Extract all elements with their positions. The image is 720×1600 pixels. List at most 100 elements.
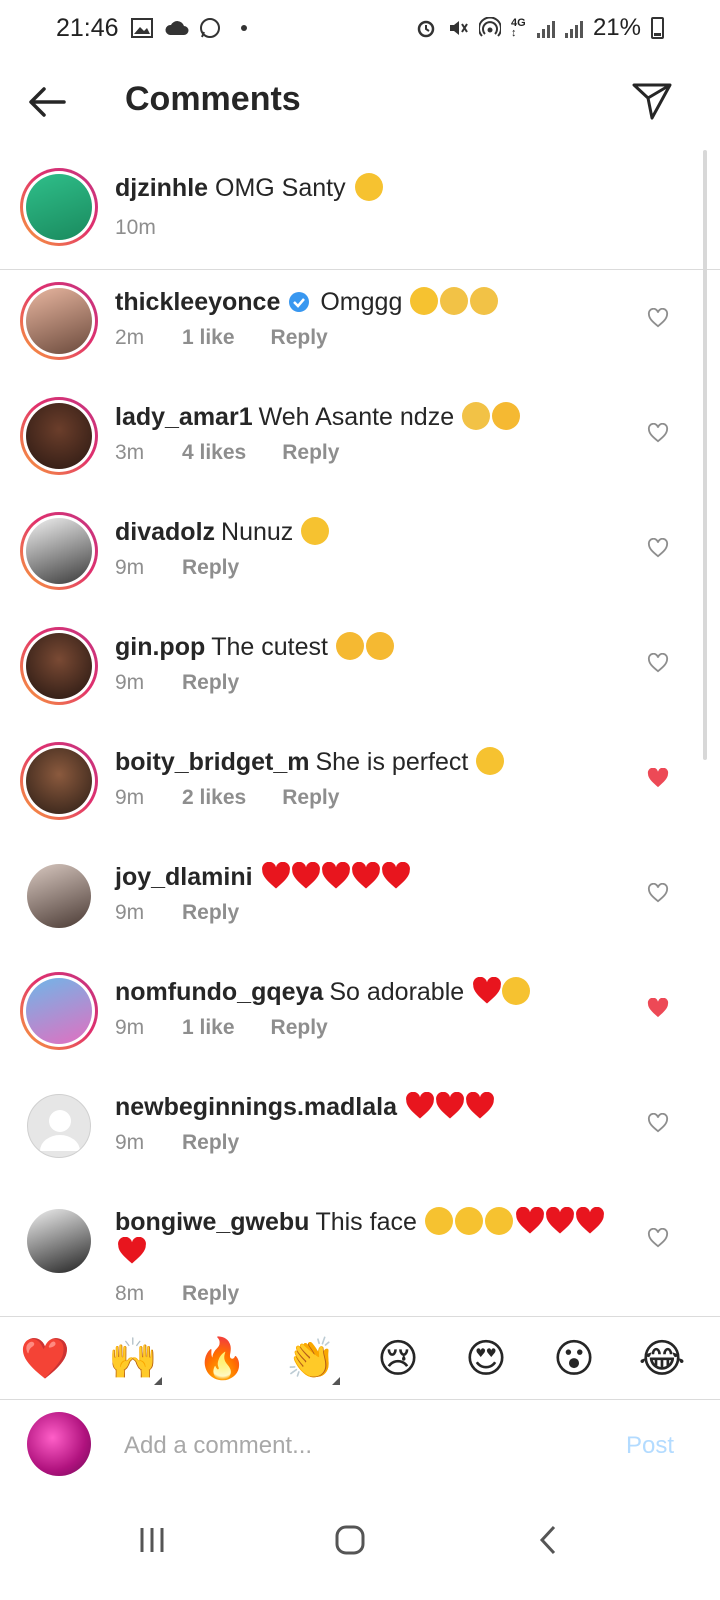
like-button[interactable] xyxy=(647,1227,671,1252)
heart-emoji-icon xyxy=(472,976,502,1005)
comment-meta: 3m 4 likes Reply xyxy=(115,441,339,465)
timestamp: 9m xyxy=(115,1131,145,1154)
smiling-hearts-emoji-icon xyxy=(365,632,394,660)
avatar[interactable] xyxy=(27,1209,91,1273)
reaction-fire[interactable]: 🔥 xyxy=(197,1335,247,1383)
username[interactable]: newbeginnings.madlala xyxy=(115,1093,397,1121)
reaction-clap[interactable]: 👏 xyxy=(286,1335,340,1385)
heart-emoji-icon xyxy=(435,1091,464,1120)
like-button[interactable] xyxy=(647,307,671,330)
reply-button[interactable]: Reply xyxy=(182,1131,239,1155)
skin-tone-indicator-icon xyxy=(332,1377,340,1385)
heart-outline-icon xyxy=(647,1227,669,1252)
like-button[interactable] xyxy=(647,652,671,675)
comment-meta: 9m Reply xyxy=(115,901,239,925)
reply-button[interactable]: Reply xyxy=(182,556,239,580)
timestamp: 9m xyxy=(115,1016,145,1039)
avatar[interactable] xyxy=(20,282,98,360)
reaction-crying[interactable]: 😢 xyxy=(374,1335,422,1383)
heart-outline-icon xyxy=(647,1112,669,1137)
back-button[interactable] xyxy=(26,80,70,124)
recent-apps-button[interactable] xyxy=(130,1518,174,1562)
comment-body: She is perfect xyxy=(315,748,469,776)
like-button[interactable] xyxy=(647,422,671,447)
reaction-heart-eyes[interactable]: 😍 xyxy=(462,1335,510,1383)
comment-input[interactable] xyxy=(124,1426,594,1466)
comment-text: boity_bridget_m She is perfect xyxy=(115,746,505,778)
nav-back-button[interactable] xyxy=(526,1518,570,1562)
avatar[interactable] xyxy=(20,397,98,475)
avatar[interactable] xyxy=(27,1094,91,1158)
chevron-left-icon xyxy=(539,1525,556,1555)
comment-row: thickleeyonce Omggg 2m 1 like Reply xyxy=(0,270,720,385)
username[interactable]: thickleeyonce xyxy=(115,288,280,316)
reply-button[interactable]: Reply xyxy=(182,901,239,925)
username[interactable]: boity_bridget_m xyxy=(115,748,309,776)
avatar[interactable] xyxy=(20,168,98,246)
reaction-raised-hands[interactable]: 🙌 xyxy=(108,1335,162,1385)
heart-emoji-icon xyxy=(261,861,290,890)
comment-text: nomfundo_gqeya So adorable xyxy=(115,976,531,1008)
home-icon xyxy=(335,1525,365,1555)
smiling-hearts-emoji-icon xyxy=(335,632,364,660)
scrollbar[interactable] xyxy=(703,150,707,760)
reply-button[interactable]: Reply xyxy=(271,1016,328,1040)
reply-button[interactable]: Reply xyxy=(182,1282,239,1306)
reply-button[interactable]: Reply xyxy=(271,326,328,350)
comment-composer: Post xyxy=(0,1400,720,1490)
comment-body: Nunuz xyxy=(221,518,294,546)
reply-button[interactable]: Reply xyxy=(282,786,339,810)
username[interactable]: nomfundo_gqeya xyxy=(115,978,323,1006)
alarm-icon xyxy=(415,17,437,39)
username[interactable]: djzinhle xyxy=(115,174,208,202)
likes-count[interactable]: 1 like xyxy=(182,326,235,350)
like-button[interactable] xyxy=(647,767,671,790)
avatar[interactable] xyxy=(27,864,91,928)
home-button[interactable] xyxy=(328,1518,372,1562)
reply-button[interactable]: Reply xyxy=(282,441,339,465)
heart-emoji-icon xyxy=(405,1091,434,1120)
heart-emoji-icon xyxy=(515,1206,544,1235)
timestamp: 10m xyxy=(115,216,156,239)
avatar[interactable] xyxy=(20,742,98,820)
username[interactable]: bongiwe_gwebu xyxy=(115,1208,309,1236)
like-button[interactable] xyxy=(647,1112,671,1137)
like-button[interactable] xyxy=(647,882,671,905)
heart-outline-icon xyxy=(647,422,669,447)
likes-count[interactable]: 1 like xyxy=(182,1016,235,1040)
likes-count[interactable]: 2 likes xyxy=(182,786,246,810)
reaction-heart[interactable]: ❤️ xyxy=(20,1335,70,1383)
mute-icon xyxy=(447,17,469,39)
clap-emoji-icon: 👏 xyxy=(286,1337,336,1381)
reaction-laughing[interactable]: 😂 xyxy=(638,1335,686,1383)
timestamp: 3m xyxy=(115,441,145,464)
likes-count[interactable]: 4 likes xyxy=(182,441,246,465)
post-button[interactable]: Post xyxy=(626,1432,674,1460)
avatar[interactable] xyxy=(20,627,98,705)
smiling-hearts-emoji-icon xyxy=(492,402,521,430)
heart-eyes-emoji-icon xyxy=(454,1207,483,1235)
avatar[interactable] xyxy=(20,972,98,1050)
avatar[interactable] xyxy=(20,512,98,590)
post-caption: djzinhle OMG Santy 10m xyxy=(0,150,720,270)
network-4g-icon: 4G ↕ xyxy=(510,17,526,39)
username[interactable]: divadolz xyxy=(115,518,215,546)
reaction-surprised[interactable]: 😮 xyxy=(550,1335,598,1383)
like-button[interactable] xyxy=(647,997,671,1020)
like-button[interactable] xyxy=(647,537,671,560)
reply-button[interactable]: Reply xyxy=(182,671,239,695)
comment-text: lady_amar1 Weh Asante ndze xyxy=(115,401,521,433)
heart-eyes-emoji-icon xyxy=(476,747,505,775)
username[interactable]: lady_amar1 xyxy=(115,403,253,431)
quick-reactions-bar: ❤️ 🙌 🔥 👏 😢 😍 😮 😂 xyxy=(0,1316,720,1400)
comment-body: Weh Asante ndze xyxy=(258,403,455,431)
username[interactable]: joy_dlamini xyxy=(115,863,253,891)
signal-icon xyxy=(536,18,555,38)
comment-meta: 9m Reply xyxy=(115,556,239,580)
pleading-emoji-icon xyxy=(440,287,469,315)
timestamp: 9m xyxy=(115,556,145,579)
username[interactable]: gin.pop xyxy=(115,633,205,661)
share-button[interactable] xyxy=(630,78,676,124)
timestamp: 9m xyxy=(115,786,145,809)
caption-body: OMG Santy xyxy=(215,174,346,202)
